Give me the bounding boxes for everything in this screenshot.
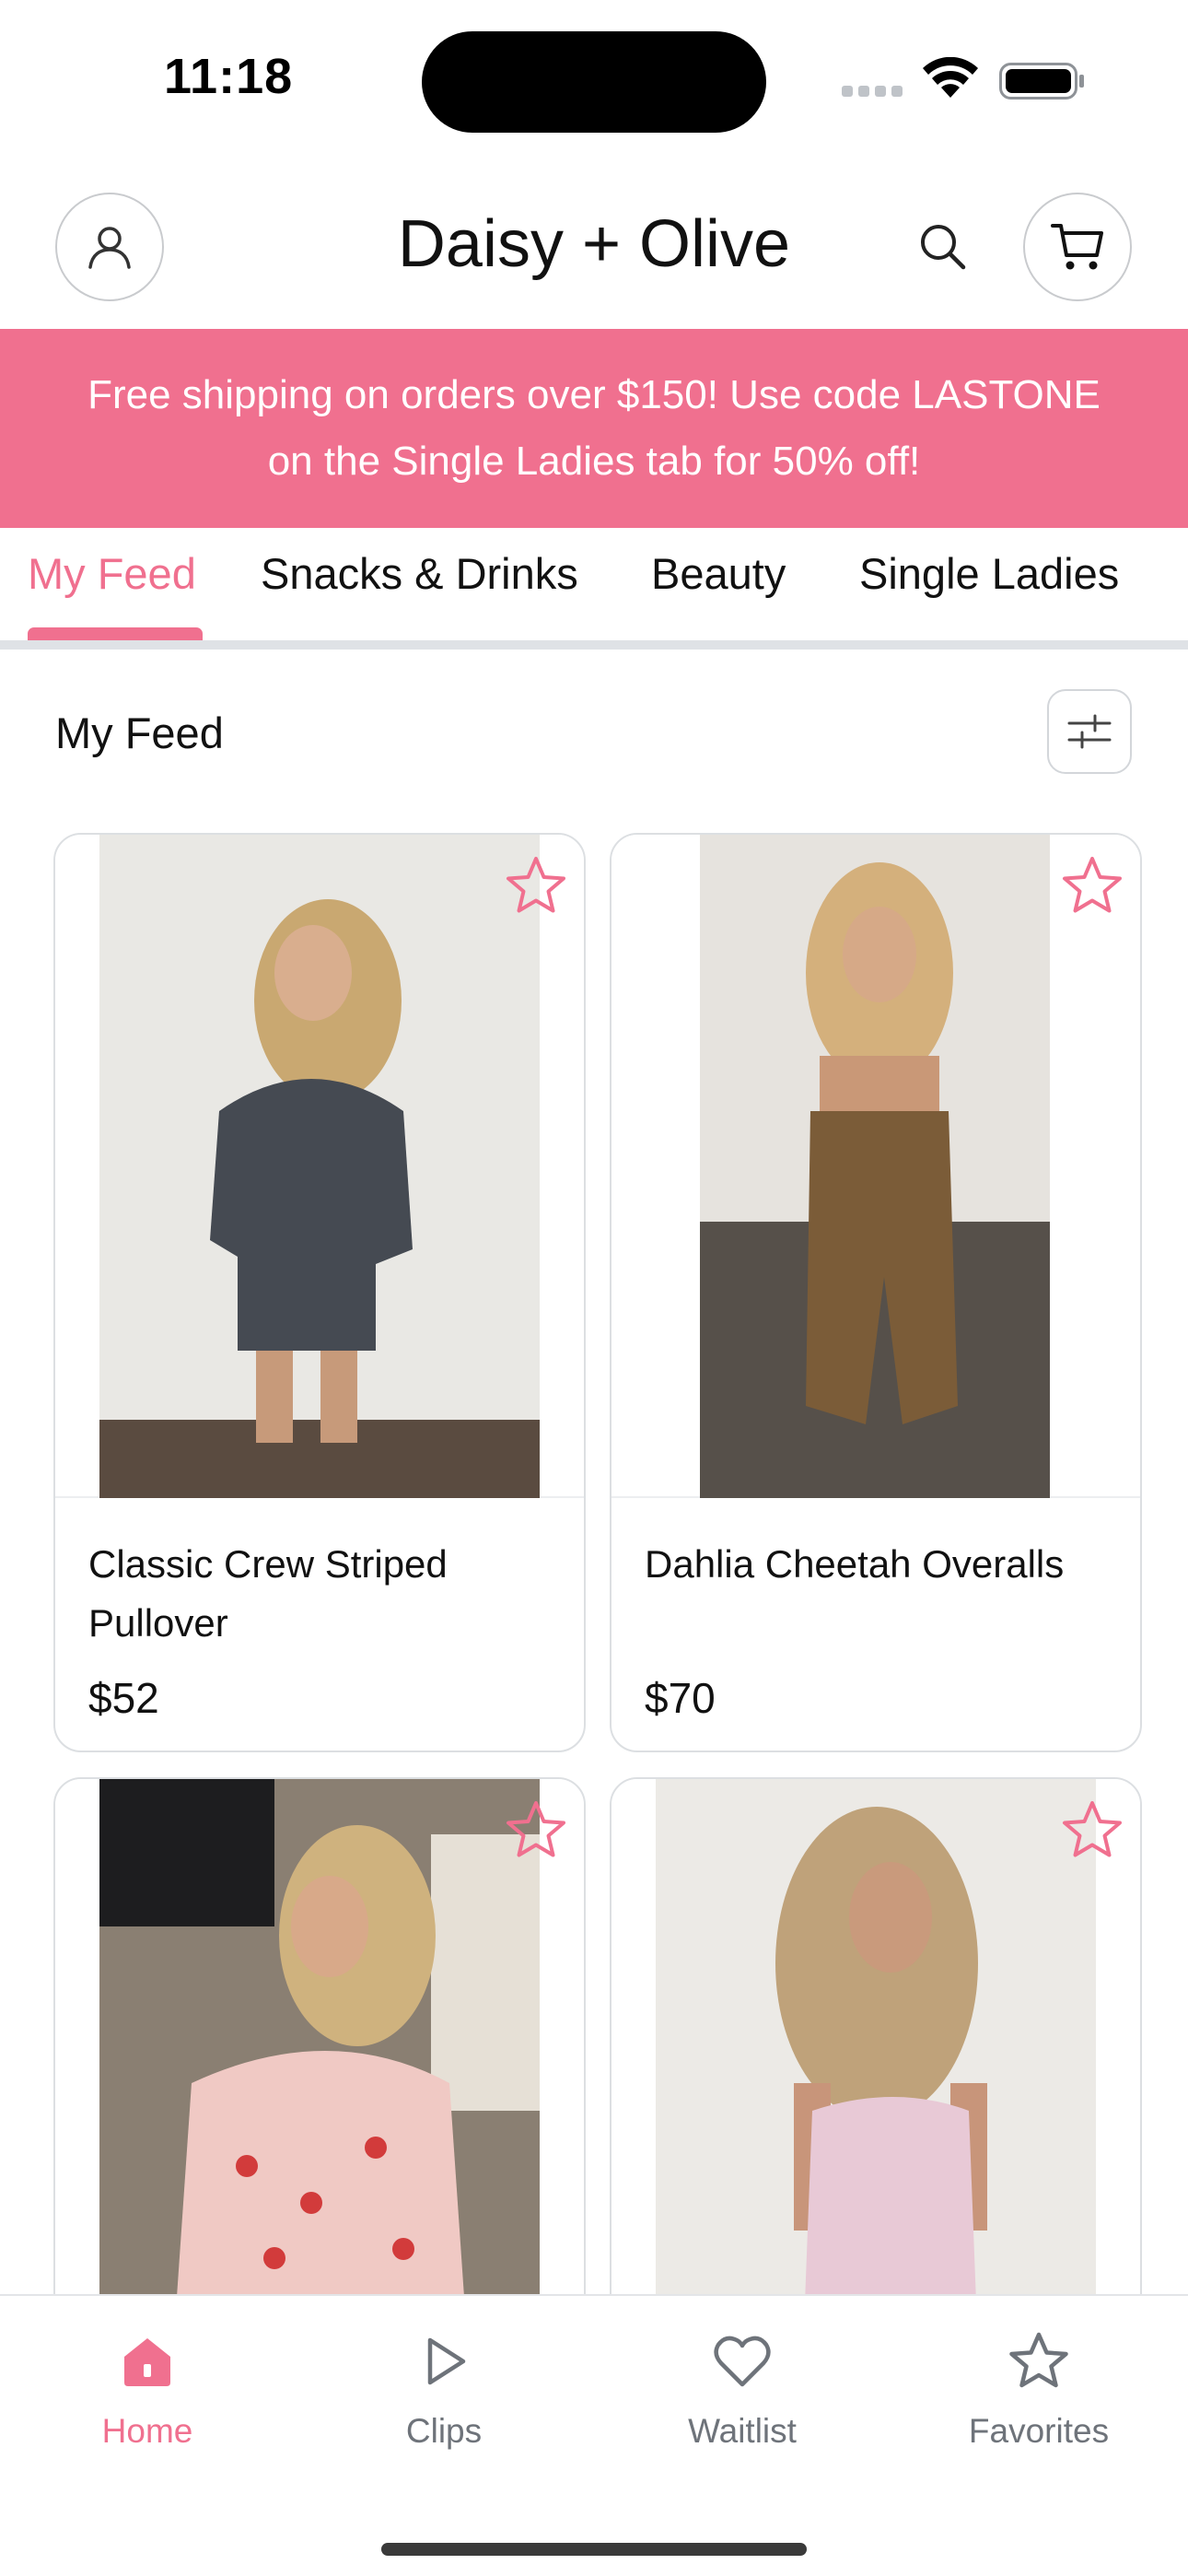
- product-photo: [656, 1779, 1096, 2347]
- promo-line-1: Free shipping on orders over $150! Use c…: [87, 372, 1101, 417]
- play-icon: [427, 2337, 466, 2385]
- search-icon[interactable]: [915, 219, 971, 275]
- nav-waitlist[interactable]: Waitlist: [632, 2329, 853, 2451]
- nav-home-label: Home: [101, 2412, 193, 2450]
- tab-single-ladies[interactable]: Single Ladies: [859, 548, 1119, 599]
- tab-snacks-drinks[interactable]: Snacks & Drinks: [261, 548, 578, 599]
- product-image-area: [611, 1779, 1140, 2347]
- product-photo: [99, 835, 540, 1498]
- product-name: Classic Crew Striped Pullover: [88, 1542, 448, 1645]
- promo-banner[interactable]: Free shipping on orders over $150! Use c…: [0, 329, 1188, 528]
- tab-my-feed[interactable]: My Feed: [28, 548, 196, 599]
- dynamic-island: [422, 31, 766, 133]
- cart-icon: [1051, 224, 1103, 270]
- tabs-divider: [0, 640, 1188, 650]
- product-price: $70: [645, 1674, 716, 1722]
- nav-clips-label: Clips: [405, 2412, 483, 2450]
- category-tabs: My Feed Snacks & Drinks Beauty Single La…: [0, 528, 1188, 657]
- brand-title: Daisy + Olive: [397, 207, 791, 281]
- product-card[interactable]: Dahlia Cheetah Overalls $70: [610, 833, 1142, 1752]
- home-indicator: [381, 2543, 807, 2556]
- cellular-signal-icon: [842, 86, 906, 99]
- product-image-area: [55, 1779, 584, 2347]
- home-icon: [124, 2338, 170, 2386]
- product-image-area: [611, 835, 1140, 1498]
- favorite-star-icon[interactable]: [1059, 1797, 1125, 1864]
- product-card[interactable]: Classic Crew Striped Pullover $52: [53, 833, 586, 1752]
- wifi-icon: [923, 57, 978, 98]
- filter-button[interactable]: [1047, 689, 1132, 774]
- product-card[interactable]: [53, 1777, 586, 2348]
- favorite-star-icon[interactable]: [1059, 853, 1125, 919]
- nav-favorites[interactable]: Favorites: [928, 2329, 1149, 2451]
- section-title: My Feed: [55, 708, 224, 757]
- favorite-star-icon[interactable]: [503, 1797, 569, 1864]
- favorite-star-icon[interactable]: [503, 853, 569, 919]
- star-icon: [1009, 2332, 1068, 2388]
- product-image-area: [55, 835, 584, 1498]
- heart-icon: [714, 2336, 771, 2387]
- cart-button[interactable]: [1023, 193, 1132, 301]
- product-price: $52: [88, 1674, 159, 1722]
- product-name: Dahlia Cheetah Overalls: [645, 1542, 1065, 1586]
- product-photo: [700, 835, 1050, 1498]
- tab-beauty[interactable]: Beauty: [651, 548, 786, 599]
- nav-favorites-label: Favorites: [968, 2412, 1110, 2450]
- nav-clips[interactable]: Clips: [333, 2329, 554, 2451]
- product-photo: [99, 1779, 540, 2347]
- sliders-icon: [1067, 714, 1112, 749]
- active-tab-indicator: [28, 627, 203, 640]
- bottom-tab-bar: Home Clips Waitlist Favorites: [0, 2294, 1188, 2576]
- status-time: 11:18: [164, 49, 294, 104]
- status-bar: 11:18: [0, 0, 1188, 166]
- battery-icon: [999, 63, 1084, 100]
- nav-home[interactable]: Home: [37, 2329, 258, 2451]
- app-header: Daisy + Olive: [0, 184, 1188, 328]
- nav-waitlist-label: Waitlist: [688, 2412, 797, 2450]
- promo-line-2: on the Single Ladies tab for 50% off!: [267, 439, 921, 484]
- product-card[interactable]: [610, 1777, 1142, 2348]
